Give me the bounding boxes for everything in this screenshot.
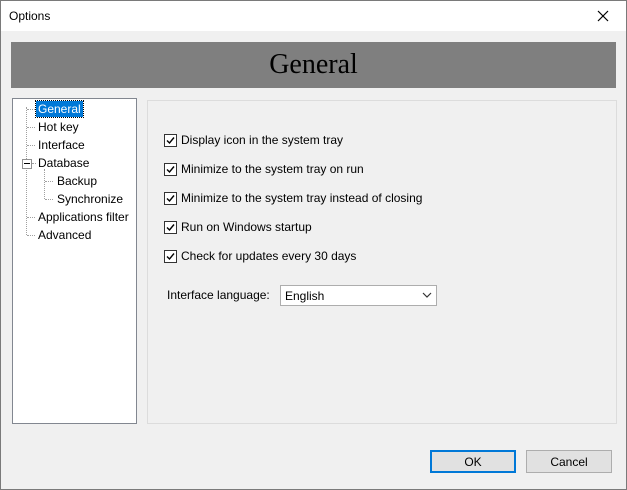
options-tree: General Hot key Interface Database Backu… bbox=[12, 98, 137, 424]
window-title: Options bbox=[9, 9, 51, 23]
tree-line bbox=[45, 199, 53, 200]
tree-item-general[interactable]: General bbox=[35, 100, 84, 118]
collapse-icon[interactable] bbox=[22, 159, 32, 169]
interface-language-select[interactable]: English bbox=[280, 285, 437, 306]
general-settings-panel: Display icon in the system tray Minimize… bbox=[147, 100, 617, 424]
section-banner: General bbox=[11, 42, 616, 88]
tree-line bbox=[27, 145, 35, 146]
tree-item-interface[interactable]: Interface bbox=[36, 137, 87, 153]
checkbox-label: Check for updates every 30 days bbox=[181, 249, 357, 263]
section-title: General bbox=[269, 49, 358, 80]
tree-item-database[interactable]: Database bbox=[36, 155, 91, 171]
tree-line bbox=[27, 217, 35, 218]
checkmark-icon bbox=[166, 252, 175, 260]
checkbox-box[interactable] bbox=[164, 133, 177, 147]
checkbox-label: Minimize to the system tray on run bbox=[181, 162, 364, 176]
display-tray-icon-checkbox[interactable]: Display icon in the system tray bbox=[164, 132, 343, 148]
checkbox-box[interactable] bbox=[164, 220, 177, 234]
checkbox-label: Display icon in the system tray bbox=[181, 133, 344, 147]
title-bar: Options bbox=[1, 1, 626, 31]
tree-item-applications-filter[interactable]: Applications filter bbox=[36, 209, 131, 225]
checkbox-label: Minimize to the system tray instead of c… bbox=[181, 191, 423, 205]
tree-item-advanced[interactable]: Advanced bbox=[36, 227, 93, 243]
tree-item-synchronize[interactable]: Synchronize bbox=[55, 191, 125, 207]
tree-line bbox=[45, 181, 53, 182]
tree-line bbox=[27, 109, 35, 110]
close-icon bbox=[597, 10, 609, 22]
chevron-down-icon bbox=[422, 292, 432, 298]
close-button[interactable] bbox=[580, 1, 626, 31]
tree-item-backup[interactable]: Backup bbox=[55, 173, 99, 189]
tree-item-hot-key[interactable]: Hot key bbox=[36, 119, 81, 135]
run-on-startup-checkbox[interactable]: Run on Windows startup bbox=[164, 219, 312, 235]
selected-language: English bbox=[285, 288, 325, 303]
checkbox-box[interactable] bbox=[164, 249, 177, 263]
checkmark-icon bbox=[166, 136, 175, 144]
interface-language-label: Interface language: bbox=[167, 288, 270, 302]
checkbox-box[interactable] bbox=[164, 162, 177, 176]
check-updates-checkbox[interactable]: Check for updates every 30 days bbox=[164, 248, 356, 264]
checkbox-label: Run on Windows startup bbox=[181, 220, 312, 234]
minimize-instead-closing-checkbox[interactable]: Minimize to the system tray instead of c… bbox=[164, 190, 422, 206]
checkmark-icon bbox=[166, 165, 175, 173]
options-window: Options General General Hot key Interfac… bbox=[0, 0, 627, 490]
tree-line bbox=[27, 127, 35, 128]
cancel-button[interactable]: Cancel bbox=[526, 450, 612, 473]
checkmark-icon bbox=[166, 194, 175, 202]
checkmark-icon bbox=[166, 223, 175, 231]
minimize-on-run-checkbox[interactable]: Minimize to the system tray on run bbox=[164, 161, 364, 177]
checkbox-box[interactable] bbox=[164, 191, 177, 205]
tree-line bbox=[27, 235, 35, 236]
tree-line bbox=[44, 169, 45, 199]
ok-button[interactable]: OK bbox=[430, 450, 516, 473]
